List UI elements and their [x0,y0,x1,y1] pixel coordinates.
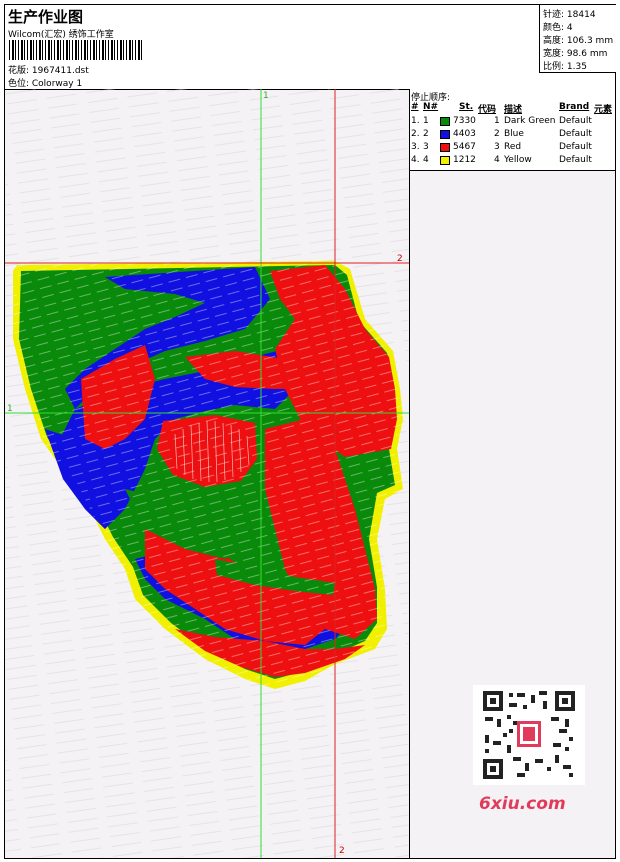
stop-sequence-panel: 停止顺序: # N# St. 代码 描述 Brand 元素 1. 1 7330 … [410,89,615,171]
design-stats: 针迹: 18414 颜色: 4 高度: 106.3 mm 宽度: 98.6 mm… [539,5,616,73]
stop-row: 4. 4 1212 4 Yellow Default [411,155,592,165]
green-guide-v-label: 1 [263,91,269,101]
col-stitches: St. [459,102,474,112]
watermark-logo: 6xiu.com [479,794,566,814]
production-worksheet: 生产作业图 Wilcom(汇宏) 绣饰工作室 花版: 1967411.dst 色… [4,4,616,859]
skull-embroidery-preview [5,89,409,858]
company-name: Wilcom(汇宏) 绣饰工作室 [8,30,114,40]
stat-width: 宽度: 98.6 mm [543,49,608,59]
color-swatch [440,156,450,165]
stop-row: 1. 1 7330 1 Dark Green Default [411,116,592,126]
col-hash: # [411,102,419,112]
stat-colors: 颜色: 4 [543,23,573,33]
col-code: 代码 [478,105,497,115]
green-guide-h-label: 1 [7,404,13,414]
header: 生产作业图 Wilcom(汇宏) 绣饰工作室 花版: 1967411.dst 色… [5,5,616,90]
red-guide-h-label: 2 [397,254,403,264]
color-swatch [440,117,450,126]
design-file: 花版: 1967411.dst [8,66,89,76]
col-brand: Brand [559,102,590,112]
color-swatch [440,143,450,152]
colorway: 色位: Colorway 1 [8,79,83,89]
stop-row: 2. 2 4403 2 Blue Default [411,129,592,139]
stat-stitches: 针迹: 18414 [543,10,596,20]
col-description: 描述 [504,105,523,115]
page-title: 生产作业图 [8,8,84,26]
red-guide-v-label: 2 [339,846,345,856]
qr-code [473,685,585,785]
stop-row: 3. 3 5467 3 Red Default [411,142,592,152]
stat-scale: 比例: 1.35 [543,62,587,72]
barcode [9,40,144,60]
design-canvas: 1 1 2 2 [5,89,410,858]
color-swatch [440,130,450,139]
stat-height: 高度: 106.3 mm [543,36,614,46]
col-element: 元素 [594,105,613,115]
col-needle: N# [423,102,439,112]
